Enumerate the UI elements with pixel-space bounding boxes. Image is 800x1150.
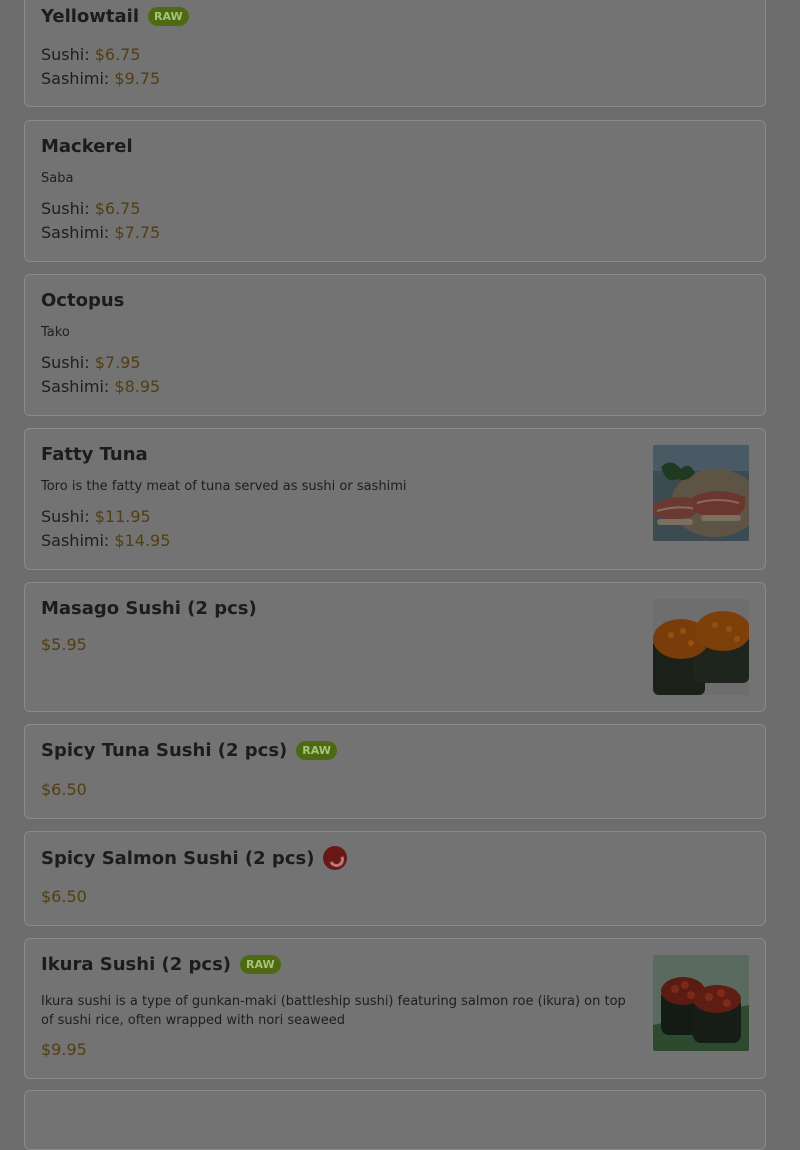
- item-title: Mackerel: [41, 136, 133, 157]
- item-title: Yellowtail RAW: [41, 6, 189, 27]
- raw-badge: RAW: [296, 741, 337, 760]
- sashimi-price-line: Sashimi: $14.95: [41, 531, 170, 550]
- item-title: Spicy Salmon Sushi (2 pcs): [41, 846, 348, 870]
- menu-item-card[interactable]: Mackerel Saba Sushi: $6.75 Sashimi: $7.7…: [24, 120, 766, 262]
- item-description: Ikura sushi is a type of gunkan-maki (ba…: [41, 994, 626, 1028]
- item-title: Ikura Sushi (2 pcs) RAW: [41, 954, 281, 975]
- menu-item-card[interactable]: Octopus Tako Sushi: $7.95 Sashimi: $8.95: [24, 274, 766, 416]
- sashimi-label: Sashimi:: [41, 531, 110, 550]
- sashimi-price: $7.75: [114, 223, 161, 242]
- sashimi-label: Sashimi:: [41, 377, 110, 396]
- item-price: $9.95: [41, 1040, 87, 1059]
- sushi-label: Sushi:: [41, 353, 90, 372]
- sushi-price: $11.95: [94, 507, 151, 526]
- sashimi-price-line: Sashimi: $8.95: [41, 377, 160, 396]
- raw-badge: RAW: [148, 7, 189, 26]
- item-title: Masago Sushi (2 pcs): [41, 598, 257, 619]
- sashimi-label: Sashimi:: [41, 223, 110, 242]
- masago-sushi-photo[interactable]: [653, 599, 749, 695]
- sushi-price-line: Sushi: $7.95: [41, 353, 141, 372]
- sushi-price: $7.95: [94, 353, 141, 372]
- item-name: Fatty Tuna: [41, 444, 148, 465]
- item-name: Spicy Tuna Sushi (2 pcs): [41, 740, 288, 761]
- menu-item-card[interactable]: [24, 1090, 766, 1150]
- item-title: Fatty Tuna: [41, 444, 148, 465]
- sushi-price-line: Sushi: $11.95: [41, 507, 151, 526]
- menu-item-card[interactable]: Ikura Sushi (2 pcs) RAW Ikura sushi is a…: [24, 938, 766, 1079]
- sashimi-label: Sashimi:: [41, 69, 110, 88]
- item-name: Ikura Sushi (2 pcs): [41, 954, 232, 975]
- item-name: Spicy Salmon Sushi (2 pcs): [41, 847, 315, 869]
- sashimi-price-line: Sashimi: $7.75: [41, 223, 160, 242]
- item-name: Octopus: [41, 290, 125, 311]
- item-name: Yellowtail: [41, 6, 140, 27]
- menu-item-card[interactable]: Spicy Tuna Sushi (2 pcs) RAW $6.50: [24, 724, 766, 819]
- item-description: Tako: [41, 325, 70, 340]
- raw-badge: RAW: [240, 955, 281, 974]
- sashimi-price-line: Sashimi: $9.75: [41, 69, 160, 88]
- menu-item-card[interactable]: Fatty Tuna Toro is the fatty meat of tun…: [24, 428, 766, 570]
- sushi-price: $6.75: [94, 199, 141, 218]
- sashimi-price: $9.75: [114, 69, 161, 88]
- item-price: $6.50: [41, 780, 87, 799]
- sashimi-price: $8.95: [114, 377, 161, 396]
- sushi-label: Sushi:: [41, 507, 90, 526]
- chili-pepper-icon: [323, 846, 348, 870]
- item-description: Toro is the fatty meat of tuna served as…: [41, 479, 407, 494]
- ikura-sushi-photo[interactable]: [653, 955, 749, 1051]
- item-name: Masago Sushi (2 pcs): [41, 598, 257, 619]
- sushi-label: Sushi:: [41, 199, 90, 218]
- item-title: Spicy Tuna Sushi (2 pcs) RAW: [41, 740, 337, 761]
- item-name: Mackerel: [41, 136, 133, 157]
- sushi-label: Sushi:: [41, 45, 90, 64]
- sushi-price: $6.75: [94, 45, 141, 64]
- item-title: Octopus: [41, 290, 124, 311]
- sushi-price-line: Sushi: $6.75: [41, 199, 141, 218]
- menu-item-card[interactable]: Spicy Salmon Sushi (2 pcs) $6.50: [24, 831, 766, 926]
- sushi-price-line: Sushi: $6.75: [41, 45, 141, 64]
- item-price: $6.50: [41, 887, 87, 906]
- item-price: $5.95: [41, 635, 87, 654]
- fatty-tuna-photo[interactable]: [653, 445, 749, 541]
- item-description: Saba: [41, 171, 74, 186]
- menu-item-card[interactable]: Masago Sushi (2 pcs) $5.95: [24, 582, 766, 712]
- sashimi-price: $14.95: [114, 531, 171, 550]
- menu-item-card[interactable]: Yellowtail RAW Sushi: $6.75 Sashimi: $9.…: [24, 0, 766, 107]
